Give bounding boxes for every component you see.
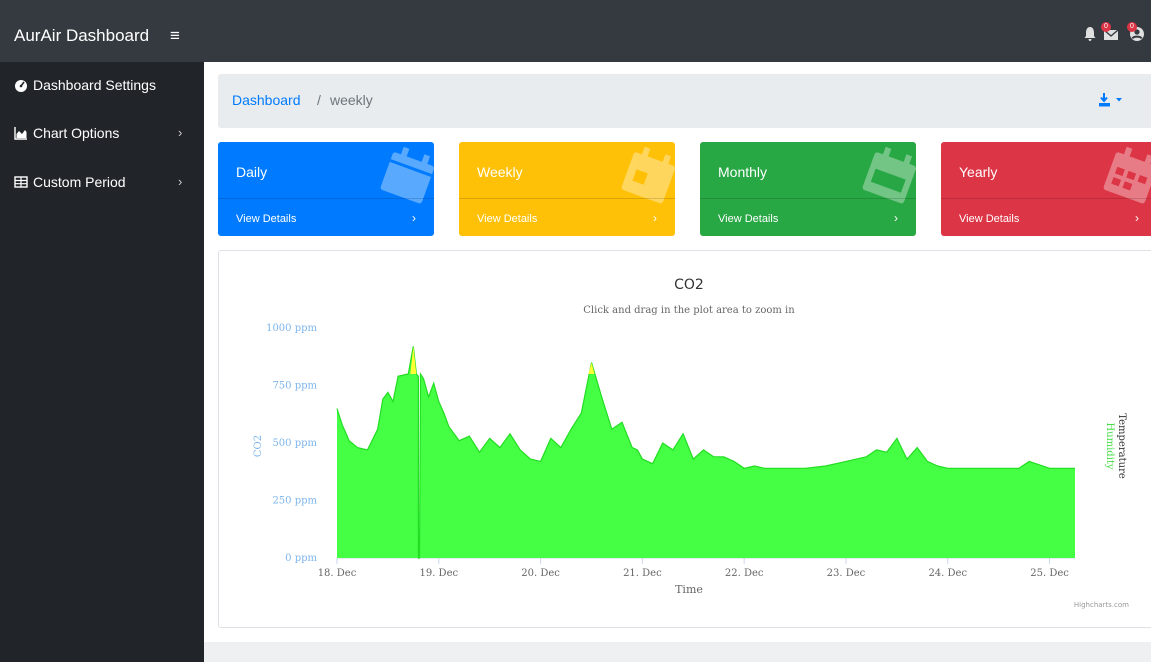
calendar-month-icon [860,146,916,206]
sidebar-item-dashboard-settings[interactable]: Dashboard Settings [0,65,204,105]
menu-toggle-button[interactable]: ≡ [170,26,180,46]
x-tick-label: 21. Dec [623,568,662,579]
table-icon [14,175,28,189]
sidebar-item-label: Dashboard Settings [33,77,156,93]
user-badge: 0 [1127,22,1137,32]
humidity-axis-title: Humidity [1104,422,1115,469]
card-footer[interactable]: View Details › [218,198,434,236]
view-details-link[interactable]: View Details [718,213,778,225]
y-tick-label: 750 ppm [272,381,317,392]
y-tick-label: 0 ppm [285,553,317,564]
x-tick-label: 20. Dec [521,568,560,579]
chevron-right-icon: › [412,211,416,225]
tachometer-icon [14,78,28,92]
y-tick-label: 500 ppm [272,438,317,449]
sidebar-item-label: Custom Period [33,174,126,190]
chevron-right-icon: › [178,125,183,140]
card-title: Daily [236,164,268,180]
chevron-right-icon: › [178,174,183,189]
x-tick-label: 22. Dec [725,568,764,579]
sidebar-item-custom-period[interactable]: Custom Period › [0,162,204,202]
chevron-right-icon: › [653,211,657,225]
view-details-link[interactable]: View Details [236,213,296,225]
x-tick-label: 25. Dec [1030,568,1069,579]
x-axis-ticks: 18. Dec 19. Dec 20. Dec 21. Dec 22. Dec 23. D… [318,557,1075,579]
chevron-right-icon: › [894,211,898,225]
y-tick-label: 250 ppm [272,496,317,507]
main-content: Dashboard / weekly Daily View Details › … [204,62,1151,662]
sidebar-item-label: Chart Options [33,125,120,141]
card-footer[interactable]: View Details › [700,198,916,236]
card-yearly[interactable]: Yearly View Details › [941,142,1151,236]
brand-title[interactable]: AurAir Dashboard [14,26,149,46]
card-footer[interactable]: View Details › [459,198,675,236]
card-weekly[interactable]: Weekly View Details › [459,142,675,236]
user-icon[interactable]: 0 [1127,22,1147,44]
x-tick-label: 23. Dec [827,568,866,579]
x-axis-title: Time [675,583,703,596]
sidebar-item-chart-options[interactable]: Chart Options › [0,113,204,153]
chart-panel: CO2 Click and drag in the plot area to z… [218,250,1151,628]
card-monthly[interactable]: Monthly View Details › [700,142,916,236]
calendar-week-icon [619,146,675,206]
envelope-icon[interactable]: 0 [1101,22,1121,44]
card-footer[interactable]: View Details › [941,198,1151,236]
footer-strip [204,642,1151,662]
card-title: Weekly [477,164,523,180]
card-daily[interactable]: Daily View Details › [218,142,434,236]
plot-area[interactable] [336,346,1075,559]
card-title: Yearly [959,164,998,180]
area-chart-icon [14,126,28,140]
breadcrumb-current: weekly [330,92,373,108]
breadcrumb: Dashboard / weekly [218,74,1151,128]
view-details-link[interactable]: View Details [959,213,1019,225]
x-tick-label: 19. Dec [419,568,458,579]
y-axis-title: CO2 [253,435,264,457]
y-tick-label: 1000 ppm [266,323,317,334]
nav-icons: 0 0 [1051,22,1151,46]
calendar-year-icon [1101,146,1151,206]
message-badge: 0 [1101,22,1111,32]
bell-icon[interactable] [1083,26,1101,44]
calendar-day-icon [378,146,434,206]
highcharts-credit[interactable]: Highcharts.com [1074,601,1129,609]
chart-subtitle: Click and drag in the plot area to zoom … [583,305,795,316]
chevron-right-icon: › [1135,211,1139,225]
breadcrumb-separator: / [317,92,321,108]
download-icon[interactable] [1098,92,1128,110]
x-tick-label: 24. Dec [928,568,967,579]
view-details-link[interactable]: View Details [477,213,537,225]
chart-title: CO2 [674,277,704,293]
breadcrumb-dashboard-link[interactable]: Dashboard [232,92,301,108]
co2-chart[interactable]: CO2 Click and drag in the plot area to z… [219,251,1151,629]
x-tick-label: 18. Dec [318,568,357,579]
sidebar: Dashboard Settings Chart Options › Custo… [0,62,204,662]
y-axis-ticks: 0 ppm 250 ppm 500 ppm 750 ppm 1000 ppm [266,323,317,564]
card-title: Monthly [718,164,768,180]
top-navbar: AurAir Dashboard ≡ 0 0 [0,0,1151,62]
temperature-axis-title: Temperature [1116,413,1127,479]
